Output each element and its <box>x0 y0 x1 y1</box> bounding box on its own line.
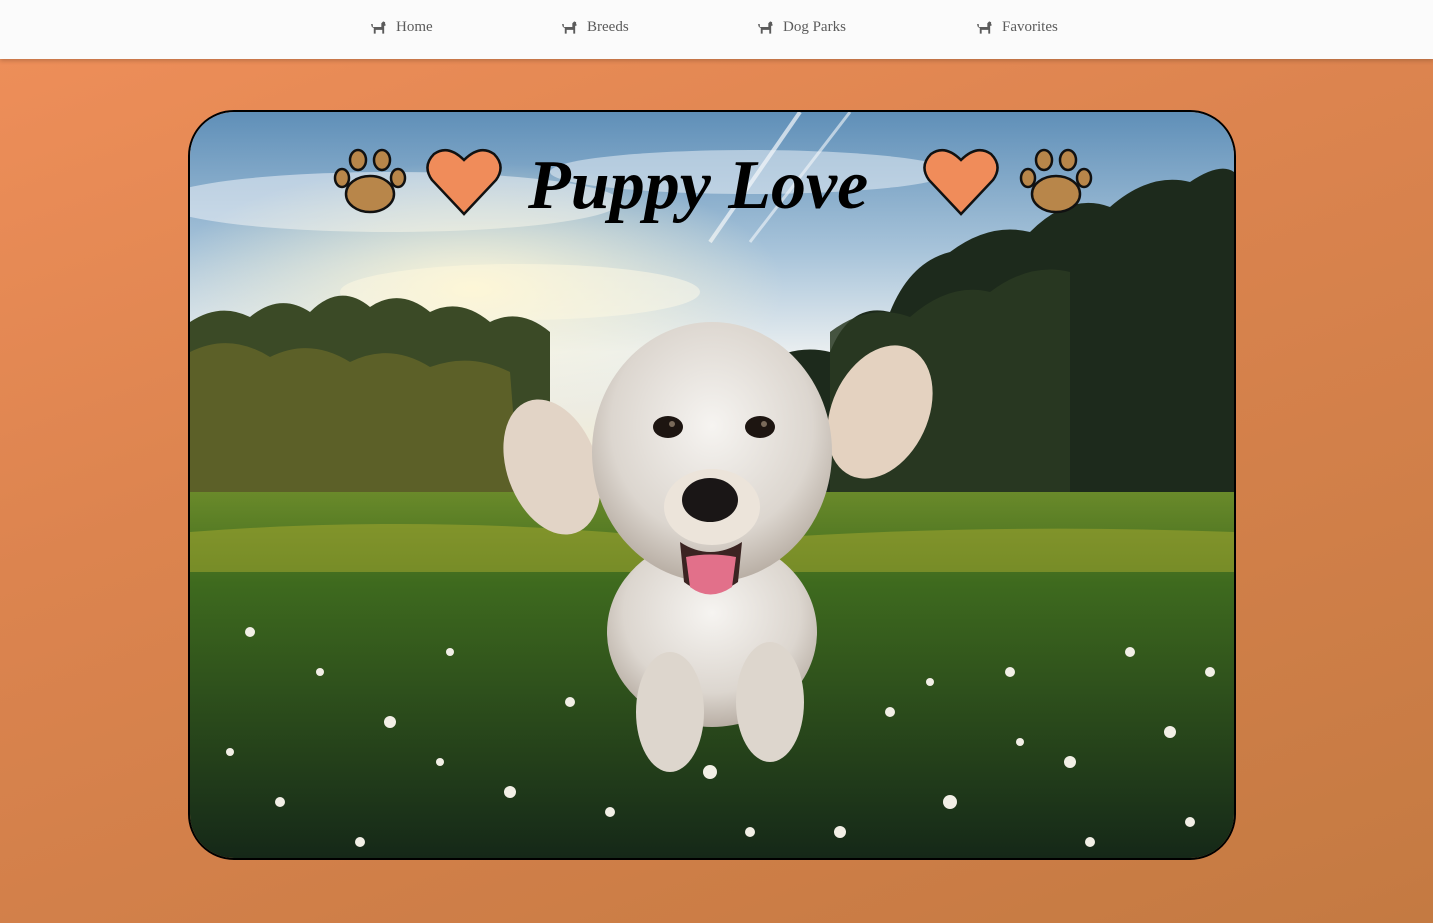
dog-icon <box>561 21 578 34</box>
nav-link-breeds[interactable]: Breeds <box>561 16 629 38</box>
hero-title-row: Puppy Love <box>190 142 1234 232</box>
nav-label-breeds: Breeds <box>587 18 629 35</box>
dog-icon <box>757 21 774 34</box>
paw-icon <box>1019 148 1093 214</box>
nav-label-home: Home <box>396 18 433 35</box>
nav-link-home[interactable]: Home <box>370 16 433 38</box>
nav-link-favorites[interactable]: Favorites <box>976 16 1058 38</box>
heart-icon <box>426 148 502 216</box>
hero-card: Puppy Love <box>188 110 1236 860</box>
nav-link-dog-parks[interactable]: Dog Parks <box>757 16 846 38</box>
page-title: Puppy Love <box>528 147 869 224</box>
nav-label-dog-parks: Dog Parks <box>783 18 846 35</box>
heart-icon <box>923 148 999 216</box>
nav-label-favorites: Favorites <box>1002 18 1058 35</box>
dog-icon <box>370 21 387 34</box>
top-navbar: Home Breeds Dog Parks Favorites <box>0 0 1433 59</box>
paw-icon <box>333 148 407 214</box>
dog-icon <box>976 21 993 34</box>
